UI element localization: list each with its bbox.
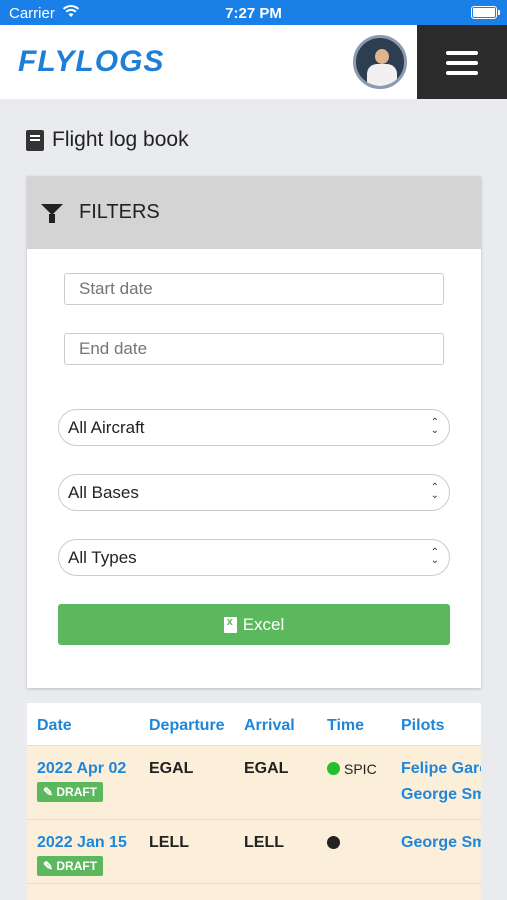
app-logo[interactable]: FLYLOGS (18, 45, 164, 79)
hamburger-menu-button[interactable] (417, 25, 507, 99)
row-time: SPIC (327, 760, 377, 778)
clock: 7:27 PM (225, 5, 282, 22)
column-header-time[interactable]: Time (327, 717, 364, 735)
aircraft-select[interactable]: All Aircraft ⌃ ⌄ (58, 409, 450, 446)
types-select-value: All Types (68, 548, 137, 567)
bases-select[interactable]: All Bases ⌃ ⌄ (58, 474, 450, 511)
top-navbar: FLYLOGS (0, 25, 507, 99)
excel-button-label: Excel (242, 614, 285, 634)
status-bar: Carrier 7:27 PM (0, 0, 507, 25)
flight-log-table: Date Departure Arrival Time Pilots 2022 … (27, 703, 481, 900)
chevron-updown-icon: ⌃ ⌄ (430, 482, 439, 501)
filters-heading: FILTERS (79, 201, 160, 223)
table-header: Date Departure Arrival Time Pilots (27, 703, 481, 745)
column-header-arrival[interactable]: Arrival (244, 717, 295, 735)
table-row[interactable]: 2022 Jan 15 ✎ DRAFT LELL LELL George Sm (27, 819, 481, 883)
column-header-departure[interactable]: Departure (149, 717, 225, 735)
row-pilot-link[interactable]: George Sm (401, 834, 481, 852)
book-icon (26, 129, 44, 151)
draft-badge: ✎ DRAFT (37, 856, 104, 876)
row-date-link[interactable]: 2022 Apr 02 (37, 760, 126, 778)
row-pilot-link[interactable]: George Sm (401, 786, 481, 804)
end-date-input[interactable] (64, 333, 444, 365)
filters-panel: FILTERS All Aircraft ⌃⌄ All Bases ⌃⌄ All… (27, 176, 481, 688)
table-row[interactable]: 2022 Apr 02 ✎ DRAFT EGAL EGAL SPIC Felip… (27, 745, 481, 819)
column-header-pilots[interactable]: Pilots (401, 717, 445, 735)
filters-header[interactable]: FILTERS (27, 176, 481, 249)
draft-badge: ✎ DRAFT (37, 782, 104, 802)
row-arrival: EGAL (244, 760, 289, 777)
row-arrival: LELL (244, 834, 284, 851)
row-time (327, 834, 344, 852)
row-date-link[interactable]: 2022 Jan 15 (37, 834, 127, 852)
page-title-text: Flight log book (52, 128, 189, 151)
column-header-date[interactable]: Date (37, 717, 72, 735)
user-avatar[interactable] (353, 35, 407, 89)
types-select[interactable]: All Types ⌃ ⌄ (58, 539, 450, 576)
page-title: Flight log book (26, 128, 189, 152)
battery-icon (471, 6, 500, 19)
status-dot-icon (327, 836, 340, 850)
excel-export-button[interactable]: Excel (58, 604, 450, 645)
chevron-updown-icon: ⌃ ⌄ (430, 417, 439, 436)
bases-select-value: All Bases (68, 483, 139, 502)
start-date-input[interactable] (64, 273, 444, 305)
status-dot-icon (327, 762, 340, 776)
row-departure: EGAL (149, 760, 194, 777)
chevron-updown-icon: ⌃ ⌄ (430, 547, 439, 566)
excel-file-icon (223, 616, 237, 633)
table-row[interactable] (27, 883, 481, 900)
row-pilot-link[interactable]: Felipe Garc (401, 760, 481, 778)
row-departure: LELL (149, 834, 189, 851)
aircraft-select-value: All Aircraft (68, 418, 145, 437)
filter-icon (41, 204, 63, 223)
